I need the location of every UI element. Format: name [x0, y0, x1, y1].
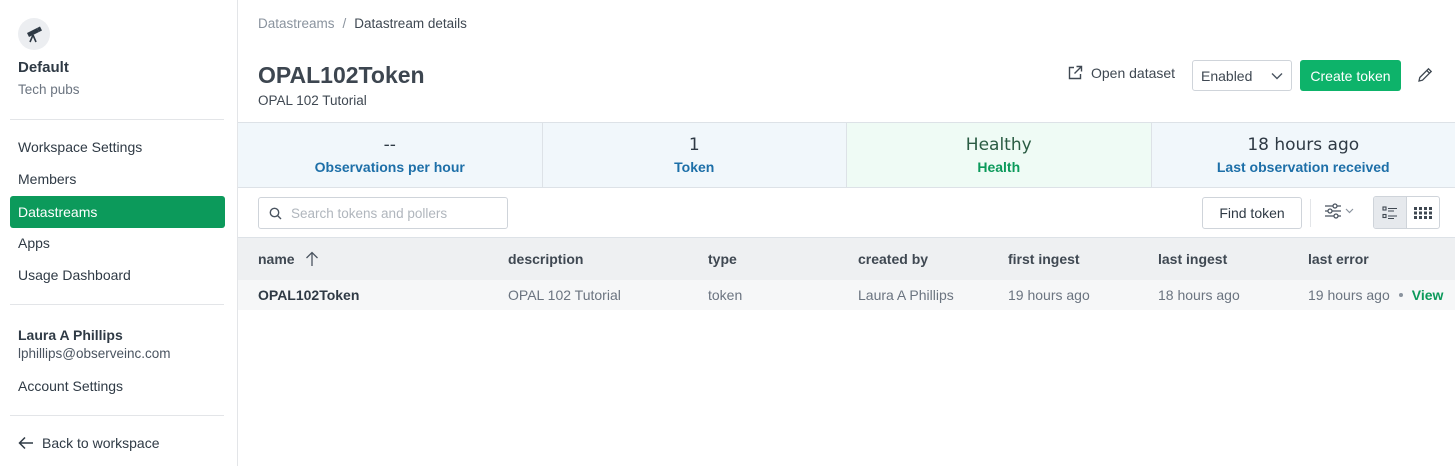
toolbar-separator [1310, 199, 1311, 227]
breadcrumb: Datastreams / Datastream details [258, 16, 467, 31]
grid-view-button[interactable] [1407, 197, 1439, 228]
separator-dot [1398, 293, 1403, 297]
search-input[interactable] [291, 205, 491, 221]
stat-label: Health [977, 159, 1021, 175]
workspace-name: Default [18, 59, 69, 76]
sort-ascending-icon [305, 251, 318, 266]
sliders-icon [1325, 203, 1341, 219]
search-icon [269, 207, 282, 219]
create-token-button[interactable]: Create token [1300, 60, 1401, 91]
sidebar-item-members[interactable]: Members [10, 163, 225, 195]
main-content: Datastreams / Datastream details OPAL102… [238, 0, 1455, 466]
view-toggle [1373, 196, 1440, 229]
sidebar-item-datastreams[interactable]: Datastreams [10, 196, 225, 228]
stat-health: Healthy Health [847, 123, 1152, 187]
last-error-value: 19 hours ago [1308, 287, 1390, 303]
sidebar-item-apps[interactable]: Apps [10, 227, 225, 259]
user-email: lphillips@observeinc.com [18, 346, 171, 361]
cell-created-by: Laura A Phillips [858, 287, 954, 303]
sidebar-divider [10, 415, 224, 416]
cell-name: OPAL102Token [258, 287, 360, 303]
stat-value: Healthy [965, 135, 1032, 155]
column-settings-button[interactable] [1324, 203, 1354, 219]
user-name: Laura A Phillips [18, 327, 123, 343]
open-dataset-link[interactable]: Open dataset [1067, 65, 1175, 81]
column-header-last-ingest[interactable]: last ingest [1158, 238, 1227, 280]
open-dataset-label: Open dataset [1091, 65, 1176, 81]
back-to-workspace-link[interactable]: Back to workspace [18, 435, 160, 451]
table-header: name description type created by first i… [238, 237, 1455, 280]
telescope-icon [27, 26, 42, 43]
pencil-icon [1418, 67, 1433, 82]
cell-last-error: 19 hours ago View [1308, 280, 1443, 310]
cell-last-ingest: 18 hours ago [1158, 287, 1240, 303]
column-header-name[interactable]: name [258, 238, 319, 280]
stat-value: 1 [688, 135, 700, 155]
breadcrumb-separator: / [342, 16, 347, 31]
chevron-down-icon [1271, 72, 1283, 79]
chevron-down-icon [1345, 208, 1354, 214]
column-header-description[interactable]: description [508, 238, 583, 280]
stat-value: -- [383, 135, 396, 155]
column-header-created-by[interactable]: created by [858, 238, 928, 280]
view-link[interactable]: View [1412, 287, 1444, 303]
column-header-first-ingest[interactable]: first ingest [1008, 238, 1080, 280]
cell-type: token [708, 287, 743, 303]
sidebar-divider [10, 304, 224, 305]
stat-value: 18 hours ago [1247, 135, 1360, 155]
arrow-left-icon [18, 436, 33, 450]
sidebar-item-usage-dashboard[interactable]: Usage Dashboard [10, 259, 225, 291]
stat-label: Observations per hour [314, 159, 465, 175]
breadcrumb-datastreams[interactable]: Datastreams [258, 16, 335, 31]
sidebar-item-workspace-settings[interactable]: Workspace Settings [10, 131, 225, 163]
back-link-label: Back to workspace [42, 435, 160, 451]
external-link-icon [1068, 65, 1083, 80]
workspace-subtitle: Tech pubs [18, 82, 80, 97]
search-box[interactable] [258, 197, 508, 229]
list-view-button[interactable] [1374, 197, 1407, 228]
column-header-type[interactable]: type [708, 238, 737, 280]
list-icon [1382, 205, 1397, 219]
column-header-last-error[interactable]: last error [1308, 238, 1369, 280]
sidebar: Default Tech pubs Workspace Settings Mem… [0, 0, 238, 466]
edit-button[interactable] [1416, 66, 1434, 87]
stat-observations-per-hour: -- Observations per hour [238, 123, 543, 187]
sidebar-divider [10, 119, 224, 120]
cell-first-ingest: 19 hours ago [1008, 287, 1090, 303]
column-header-label: name [258, 251, 295, 267]
stat-last-observation: 18 hours ago Last observation received [1151, 123, 1455, 187]
account-settings-link[interactable]: Account Settings [18, 378, 123, 394]
breadcrumb-current: Datastream details [354, 16, 467, 31]
find-token-button[interactable]: Find token [1202, 197, 1302, 229]
page-subtitle: OPAL 102 Tutorial [258, 93, 367, 108]
stats-bar: -- Observations per hour 1 Token Healthy… [238, 122, 1455, 188]
workspace-logo[interactable] [18, 18, 50, 50]
stat-label: Token [674, 159, 715, 175]
page-title: OPAL102Token [258, 62, 425, 88]
stat-label: Last observation received [1216, 159, 1390, 175]
table-row[interactable]: OPAL102Token OPAL 102 Tutorial token Lau… [238, 280, 1455, 310]
stat-token: 1 Token [542, 123, 847, 187]
cell-description: OPAL 102 Tutorial [508, 287, 621, 303]
status-select-value: Enabled [1201, 67, 1253, 84]
status-select[interactable]: Enabled [1192, 60, 1292, 91]
grid-icon [1414, 206, 1432, 219]
